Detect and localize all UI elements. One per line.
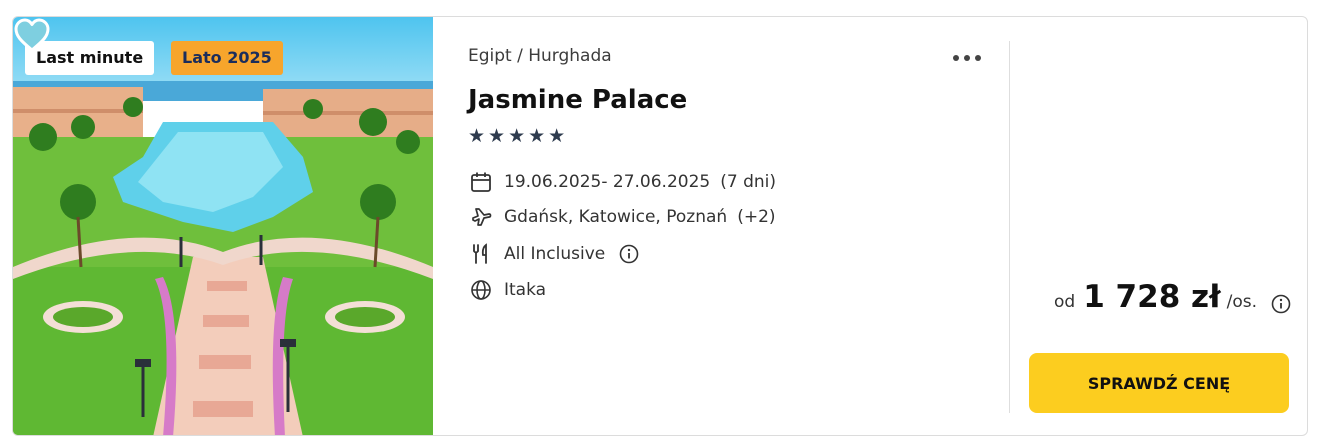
plane-icon xyxy=(468,205,494,229)
hotel-photo-image xyxy=(13,17,433,435)
check-price-button[interactable]: SPRAWDŹ CENĘ xyxy=(1029,353,1289,413)
operator-row: Itaka xyxy=(468,277,546,303)
price-block: od 1 728 zł /os. xyxy=(1043,279,1291,329)
hotel-title[interactable]: Jasmine Palace xyxy=(468,85,687,115)
price-info-icon[interactable] xyxy=(1271,294,1291,314)
board-text: All Inclusive xyxy=(504,244,606,264)
info-icon[interactable] xyxy=(619,244,639,264)
offer-details: Egipt / Hurghada Jasmine Palace ★★★★★ 19… xyxy=(468,17,1008,435)
offer-card[interactable]: Last minute Lato 2025 Egipt / Hurghada J… xyxy=(12,16,1308,436)
destination-breadcrumb[interactable]: Egipt / Hurghada xyxy=(468,46,612,66)
dates-row: 19.06.2025- 27.06.2025 (7 dni) xyxy=(468,169,776,195)
price-suffix: /os. xyxy=(1226,292,1257,312)
card-divider xyxy=(1009,41,1010,413)
hotel-stars: ★★★★★ xyxy=(468,125,569,147)
more-icon[interactable] xyxy=(951,47,983,67)
departure-more[interactable]: (+2) xyxy=(737,207,775,227)
hotel-photo[interactable]: Last minute Lato 2025 xyxy=(13,17,433,435)
price-amount: 1 728 zł xyxy=(1083,279,1221,315)
duration-text: (7 dni) xyxy=(720,172,776,192)
price-prefix: od xyxy=(1053,292,1076,312)
dates-text: 19.06.2025- 27.06.2025 xyxy=(504,172,711,192)
operator-text: Itaka xyxy=(504,280,547,300)
season-badge: Lato 2025 xyxy=(171,41,283,75)
globe-icon xyxy=(468,278,494,302)
departure-airports: Gdańsk, Katowice, Poznań xyxy=(504,207,728,227)
calendar-icon xyxy=(468,170,494,194)
cutlery-icon xyxy=(468,242,494,266)
heart-icon[interactable] xyxy=(13,17,51,53)
departure-row: Gdańsk, Katowice, Poznań (+2) xyxy=(468,204,776,230)
board-row: All Inclusive xyxy=(468,241,639,267)
